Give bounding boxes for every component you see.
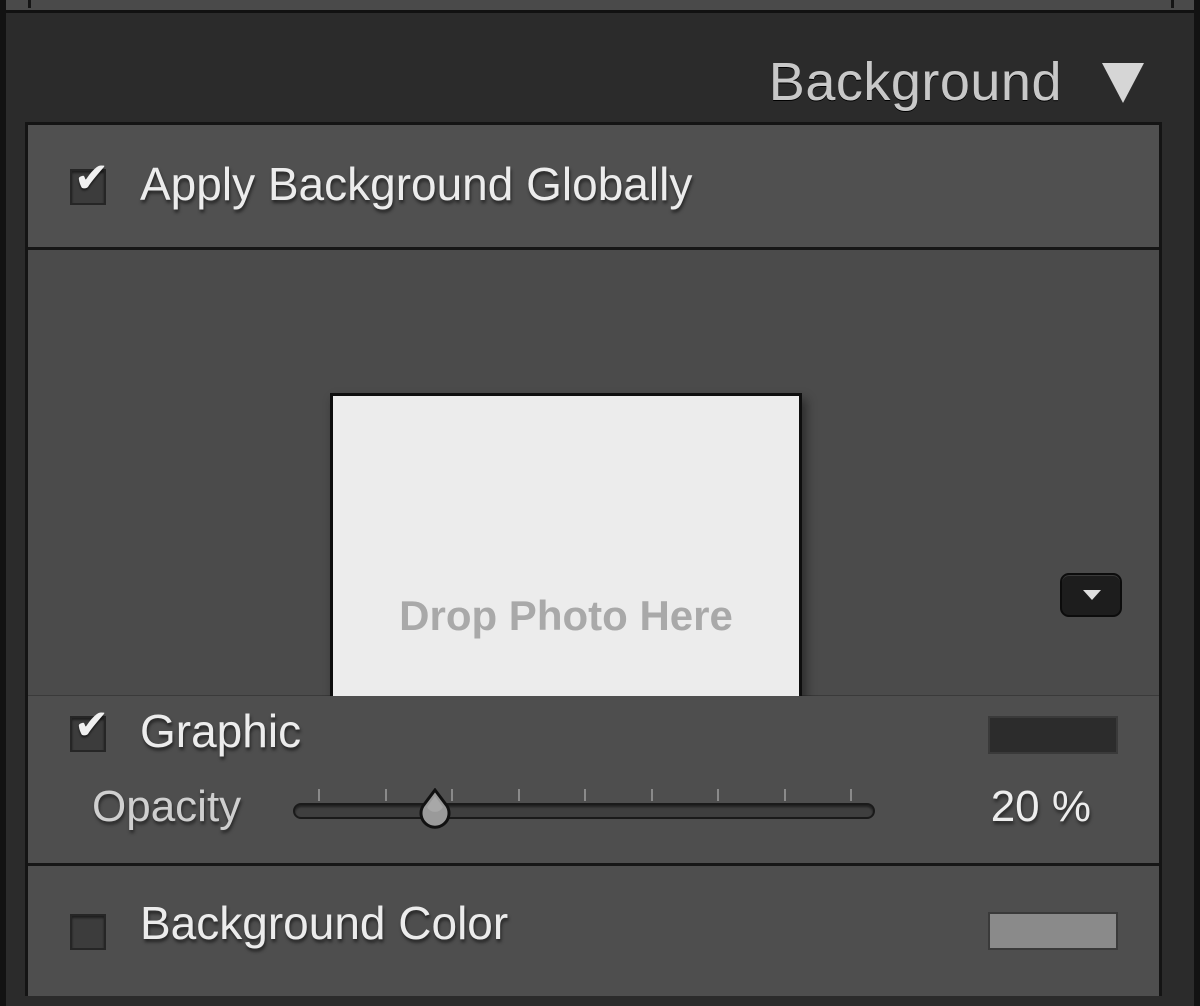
slider-tick bbox=[783, 789, 786, 801]
photo-options-button[interactable] bbox=[1060, 573, 1122, 617]
graphic-color-swatch[interactable] bbox=[988, 716, 1118, 754]
apply-globally-checkbox[interactable]: ✔ bbox=[70, 157, 109, 205]
slider-tick bbox=[584, 789, 586, 801]
checkmark-icon: ✔ bbox=[74, 153, 110, 202]
panel-title: Background bbox=[768, 52, 1062, 112]
apply-globally-label[interactable]: Apply Background Globally bbox=[140, 157, 692, 211]
graphic-label[interactable]: Graphic bbox=[140, 704, 301, 758]
background-color-section: Background Color bbox=[28, 866, 1159, 999]
panel-right-edge bbox=[1194, 0, 1200, 1006]
panel-header[interactable]: Background bbox=[6, 13, 1194, 121]
slider-tick bbox=[318, 789, 320, 801]
panel-left-edge bbox=[0, 0, 6, 1006]
graphic-checkbox[interactable]: ✔ bbox=[70, 704, 109, 752]
previous-panel-edge bbox=[6, 0, 1194, 13]
background-color-label[interactable]: Background Color bbox=[140, 896, 508, 950]
opacity-slider-thumb[interactable] bbox=[413, 788, 457, 832]
triangle-down-icon[interactable] bbox=[1102, 63, 1144, 103]
drop-zone-text: Drop Photo Here bbox=[399, 592, 733, 639]
slider-tick bbox=[717, 789, 719, 801]
opacity-label: Opacity bbox=[92, 782, 242, 831]
slider-tick bbox=[384, 789, 387, 801]
apply-globally-row: ✔ Apply Background Globally bbox=[28, 125, 1159, 250]
slider-tick bbox=[850, 789, 852, 801]
slider-tick bbox=[650, 789, 653, 801]
panel-body: ✔ Apply Background Globally Drop Photo H… bbox=[25, 122, 1162, 999]
opacity-value[interactable]: 20 % bbox=[991, 782, 1091, 832]
background-panel: Background ✔ Apply Background Globally D… bbox=[0, 0, 1200, 1006]
background-color-checkbox[interactable] bbox=[70, 914, 106, 950]
triangle-down-icon bbox=[1083, 590, 1101, 600]
background-color-swatch[interactable] bbox=[988, 912, 1118, 950]
graphic-section: ✔ Graphic Opacity 20 % bbox=[28, 696, 1159, 866]
checkmark-icon: ✔ bbox=[74, 700, 110, 749]
photo-section: Drop Photo Here bbox=[28, 250, 1159, 801]
slider-tick bbox=[517, 789, 520, 801]
opacity-slider-track[interactable] bbox=[293, 803, 875, 819]
